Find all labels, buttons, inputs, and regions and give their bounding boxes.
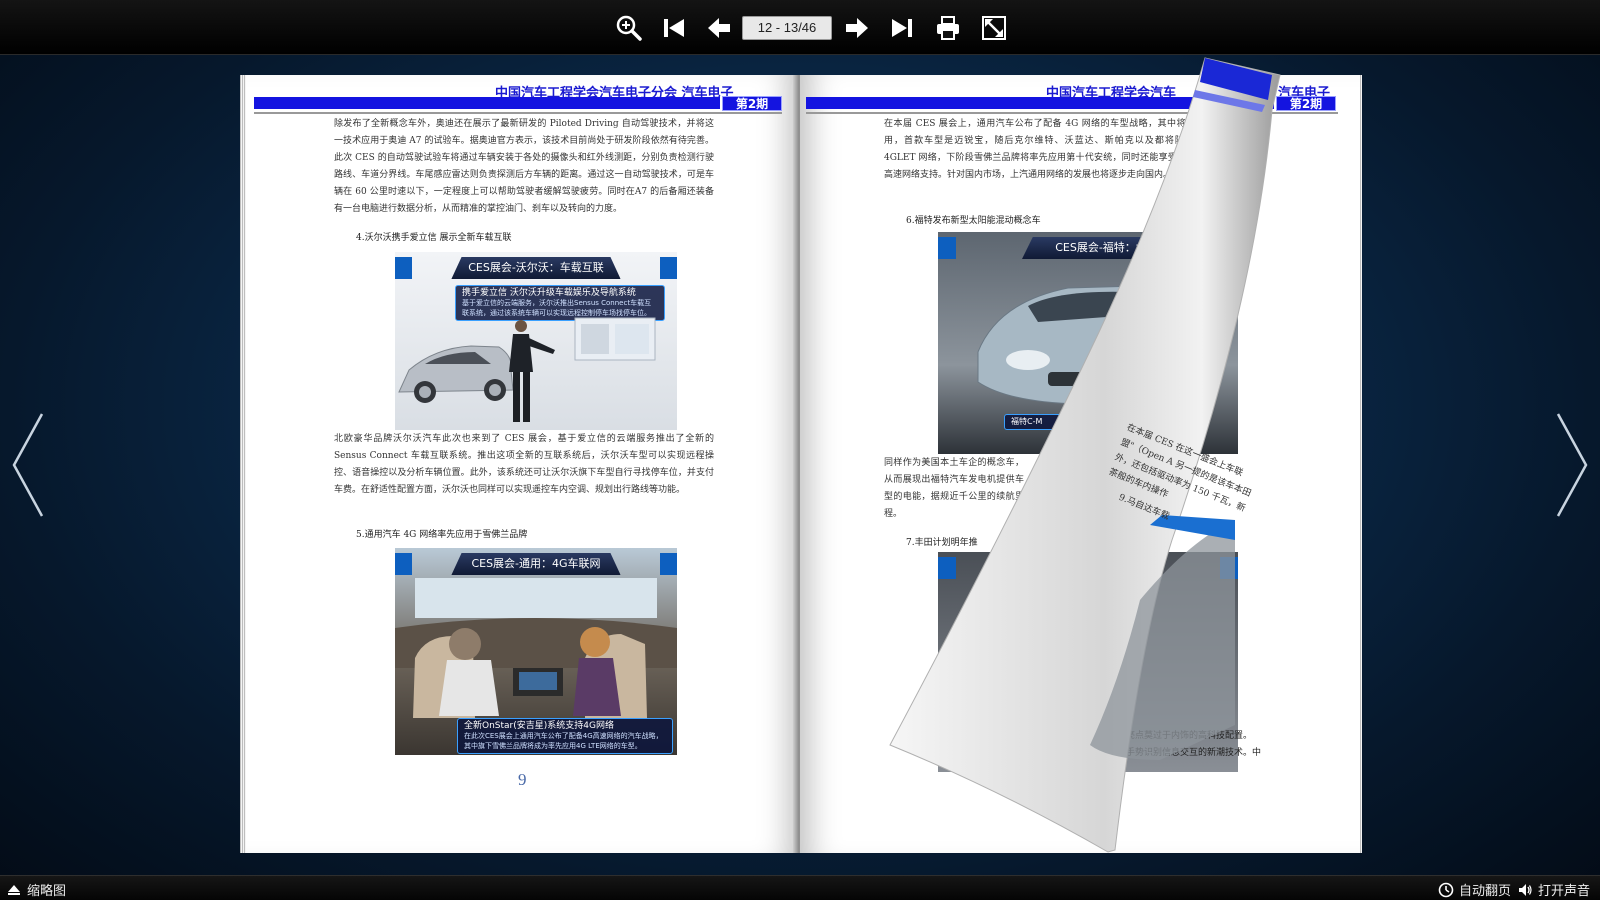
- ford-figure: CES展会-福特：太阳能 福特C-M: [938, 232, 1238, 454]
- auto-flip-button[interactable]: 自动翻页: [1438, 880, 1511, 899]
- first-page-button[interactable]: [658, 12, 690, 44]
- eject-icon: [8, 884, 20, 895]
- page-indicator[interactable]: 12 - 13/46: [742, 16, 832, 40]
- figure-caption: 全新OnStar(安吉星)系统支持4G网络 在此次CES展会上通用汽车公布了配备…: [457, 718, 673, 754]
- figure-caption: 福特C-M: [1004, 414, 1074, 430]
- car-illustration: [398, 317, 656, 422]
- next-page-button[interactable]: [841, 12, 873, 44]
- left-page[interactable]: 中国汽车工程学会汽车电子分会 汽车电子 第2期 除发布了全新概念车外，奥迪还在展…: [246, 75, 798, 853]
- issue-badge: 第2期: [1276, 96, 1336, 111]
- top-toolbar: 12 - 13/46: [0, 0, 1600, 55]
- chevron-right-icon: [1556, 413, 1588, 517]
- issue-badge: 第2期: [722, 96, 782, 111]
- chevron-left-icon: [12, 413, 44, 517]
- print-icon: [937, 16, 959, 40]
- sound-button[interactable]: 打开声音: [1517, 880, 1590, 899]
- bottom-bar: 缩略图 自动翻页 打开声音: [0, 875, 1600, 900]
- section-heading: 4.沃尔沃携手爱立信 展示全新车载互联: [356, 233, 512, 243]
- header-rule: [254, 112, 782, 114]
- sound-label: 打开声音: [1538, 883, 1591, 898]
- paragraph-tail: 亮点莫过于内饰的高科技配置。: [1126, 731, 1253, 741]
- section-heading: 5.通用汽车 4G 网络率先应用于雪佛兰品牌: [356, 530, 528, 540]
- previous-page-button[interactable]: [703, 12, 735, 44]
- car-illustration: [977, 285, 1179, 405]
- page-number: 9: [518, 770, 527, 789]
- next-page-icon: [846, 18, 868, 38]
- previous-page-arrow[interactable]: [8, 410, 48, 520]
- header-rule: [806, 112, 1338, 114]
- auto-flip-label: 自动翻页: [1459, 883, 1512, 898]
- section-heading: 6.福特发布新型太阳能混动概念车: [906, 216, 1041, 226]
- previous-page-icon: [708, 18, 730, 38]
- thumbnail-label: 缩略图: [27, 883, 67, 898]
- zoom-in-icon: [616, 15, 642, 41]
- clock-icon: [1438, 882, 1454, 897]
- right-page[interactable]: 中国汽车工程学会汽车 汽车电子 第2期 在本届 CES 展会上，通用汽车公布了配…: [800, 75, 1360, 853]
- header-bar: [806, 97, 1274, 109]
- last-page-icon: [892, 19, 912, 37]
- speaker-icon: [1519, 883, 1532, 896]
- volvo-figure: CES展会-沃尔沃：车载互联 携手爱立信 沃尔沃升级车载娱乐及导航系统 基于爱立…: [395, 252, 677, 430]
- gm-figure: CES展会-通用：4G车联网 全新OnStar(安吉星)系统支持4G网络 在此次…: [395, 548, 677, 755]
- paragraph: 除发布了全新概念车外，奥迪还在展示了最新研发的 Piloted Driving …: [334, 119, 714, 214]
- paragraph: 同样作为美国本土车企的概念车，从而展现出福特汽车发电机提供车型的电能，据规近千公…: [884, 458, 1024, 519]
- header-bar: [254, 97, 720, 109]
- next-page-arrow[interactable]: [1552, 410, 1592, 520]
- zoom-in-button[interactable]: [613, 12, 645, 44]
- paragraph-tail: 手势识别信息交互的新潮技术。中: [1126, 748, 1262, 758]
- fullscreen-button[interactable]: [978, 12, 1010, 44]
- thumbnail-button[interactable]: 缩略图: [6, 880, 66, 899]
- paragraph: 北欧豪华品牌沃尔沃汽车此次也来到了 CES 展会，基于爱立信的云端服务推出了全新…: [334, 434, 714, 495]
- print-button[interactable]: [932, 12, 964, 44]
- last-page-button[interactable]: [886, 12, 918, 44]
- fullscreen-icon: [982, 16, 1006, 40]
- first-page-icon: [664, 19, 684, 37]
- paragraph: 在本届 CES 展会上，通用汽车公布了配备 4G 网络的车型战略，其中将率先应用…: [884, 119, 1214, 180]
- section-heading: 7.丰田计划明年推: [906, 538, 978, 548]
